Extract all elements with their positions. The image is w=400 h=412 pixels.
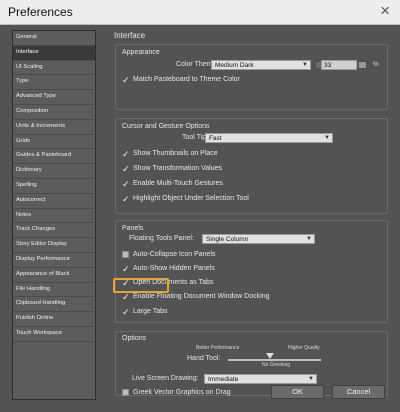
sidebar-item-type[interactable]: Type: [13, 75, 95, 91]
multitouch-row[interactable]: ✓ Enable Multi-Touch Gestures: [122, 179, 382, 191]
auto-collapse-label: Auto-Collapse Icon Panels: [133, 251, 216, 258]
chevron-down-icon: ▼: [308, 376, 314, 382]
preferences-sidebar: General Interface UI Scaling Type Advanc…: [12, 30, 96, 400]
cursor-gesture-title: Cursor and Gesture Options: [122, 123, 210, 130]
better-performance-label: Better Performance: [196, 345, 240, 351]
sidebar-item-advanced-type[interactable]: Advanced Type: [13, 90, 95, 105]
checkmark-icon[interactable]: ✓: [122, 264, 130, 274]
checkbox-empty-icon[interactable]: [122, 389, 129, 396]
page-title: Interface: [114, 31, 146, 40]
sidebar-item-clipboard-handling[interactable]: Clipboard Handling: [13, 297, 95, 313]
percent-sign: %: [373, 61, 379, 68]
match-pasteboard-label: Match Pasteboard to Theme Color: [133, 76, 240, 83]
highlight-object-row[interactable]: ✓ Highlight Object Under Selection Tool: [122, 194, 382, 206]
close-icon[interactable]: ×: [380, 2, 390, 20]
sidebar-item-composition[interactable]: Composition: [13, 105, 95, 120]
sidebar-item-grids[interactable]: Grids: [13, 135, 95, 150]
show-transform-label: Show Transformation Values: [133, 165, 222, 172]
preferences-window: Preferences × General Interface UI Scali…: [0, 0, 400, 412]
match-pasteboard-row[interactable]: ✓ Match Pasteboard to Theme Color: [122, 75, 382, 87]
floating-docking-row[interactable]: ✓ Enable Floating Document Window Dockin…: [122, 292, 382, 304]
sidebar-item-units-increments[interactable]: Units & Increments: [13, 120, 95, 135]
checkmark-icon[interactable]: ✓: [122, 194, 130, 204]
large-tabs-row[interactable]: ✓ Large Tabs: [122, 307, 192, 319]
floating-tools-select[interactable]: Single Column ▼: [202, 234, 315, 244]
large-tabs-label: Large Tabs: [133, 308, 168, 315]
floating-tools-label: Floating Tools Panel:: [129, 235, 194, 242]
color-theme-select[interactable]: Medium Dark ▼: [211, 60, 311, 70]
sidebar-item-ui-scaling[interactable]: UI Scaling: [13, 61, 95, 76]
slider-thumb-icon[interactable]: [266, 353, 274, 359]
theme-stepper[interactable]: [358, 61, 367, 69]
sidebar-item-autocorrect[interactable]: Autocorrect: [13, 194, 95, 209]
auto-collapse-row[interactable]: Auto-Collapse Icon Panels: [122, 250, 382, 262]
sidebar-item-story-editor-display[interactable]: Story Editor Display: [13, 238, 95, 253]
sidebar-item-interface[interactable]: Interface: [13, 45, 95, 61]
show-thumbnails-row[interactable]: ✓ Show Thumbnails on Place: [122, 149, 382, 161]
checkmark-icon[interactable]: ✓: [122, 164, 130, 174]
higher-quality-label: Higher Quality: [288, 345, 320, 351]
sidebar-item-notes[interactable]: Notes: [13, 209, 95, 224]
ok-button[interactable]: OK: [271, 385, 324, 399]
sidebar-item-appearance-of-black[interactable]: Appearance of Black: [13, 268, 95, 283]
checkmark-icon[interactable]: ✓: [122, 179, 130, 189]
auto-show-label: Auto-Show Hidden Panels: [133, 265, 215, 272]
title-bar: Preferences ×: [0, 0, 400, 25]
panels-title: Panels: [122, 225, 144, 232]
interface-panel: Interface Appearance Color Theme: Medium…: [112, 27, 390, 409]
sidebar-item-display-performance[interactable]: Display Performance: [13, 253, 95, 268]
panels-group: Panels Floating Tools Panel: Single Colu…: [115, 220, 388, 323]
hand-tool-label: Hand Tool:: [187, 355, 221, 362]
color-theme-value: Medium Dark: [215, 62, 254, 69]
live-screen-value: Immediate: [208, 376, 239, 383]
show-transform-row[interactable]: ✓ Show Transformation Values: [122, 164, 382, 176]
checkmark-icon[interactable]: ✓: [122, 292, 130, 302]
auto-show-row[interactable]: ✓ Auto-Show Hidden Panels: [122, 264, 382, 276]
floating-tools-value: Single Column: [206, 236, 249, 243]
floating-docking-label: Enable Floating Document Window Docking: [133, 293, 270, 300]
chevron-down-icon: ▼: [306, 236, 312, 242]
sidebar-item-file-handling[interactable]: File Handling: [13, 283, 95, 298]
live-screen-label: Live Screen Drawing:: [132, 375, 199, 382]
chevron-down-icon: ▼: [324, 135, 330, 141]
hand-tool-slider-track[interactable]: [228, 359, 321, 361]
live-screen-select[interactable]: Immediate ▼: [204, 374, 317, 384]
sidebar-item-general[interactable]: General: [13, 31, 95, 46]
sidebar-item-guides-pasteboard[interactable]: Guides & Pasteboard: [13, 149, 95, 165]
options-title: Options: [122, 335, 147, 342]
cursor-gesture-group: Cursor and Gesture Options Tool Tips: Fa…: [115, 118, 388, 214]
multitouch-label: Enable Multi-Touch Gestures: [133, 180, 223, 187]
tool-tips-select[interactable]: Fast ▼: [205, 133, 333, 143]
highlight-object-label: Highlight Object Under Selection Tool: [133, 195, 249, 202]
checkmark-icon[interactable]: ✓: [122, 149, 130, 159]
theme-number-input[interactable]: 33: [321, 60, 357, 70]
tool-tips-value: Fast: [209, 135, 222, 142]
large-tabs-highlight: [113, 278, 169, 293]
sidebar-item-touch-workspace[interactable]: Touch Workspace: [13, 327, 95, 342]
checkbox-empty-icon[interactable]: [122, 251, 129, 258]
show-thumbnails-label: Show Thumbnails on Place: [133, 150, 218, 157]
greek-vector-label: Greek Vector Graphics on Drag: [133, 389, 231, 396]
cancel-button[interactable]: Cancel: [332, 385, 385, 399]
sidebar-item-track-changes[interactable]: Track Changes: [13, 223, 95, 239]
appearance-title: Appearance: [122, 49, 160, 56]
checkmark-icon[interactable]: ✓: [122, 307, 130, 317]
checkmark-icon[interactable]: ✓: [122, 75, 130, 85]
no-greeking-label: No Greeking: [262, 362, 291, 368]
sidebar-item-spelling[interactable]: Spelling: [13, 179, 95, 194]
window-title: Preferences: [8, 5, 73, 19]
appearance-group: Appearance Color Theme: Medium Dark ▼ 33…: [115, 44, 388, 110]
chevron-down-icon: ▼: [302, 62, 308, 68]
sidebar-item-dictionary[interactable]: Dictionary: [13, 164, 95, 179]
sidebar-item-publish-online[interactable]: Publish Online: [13, 312, 95, 327]
